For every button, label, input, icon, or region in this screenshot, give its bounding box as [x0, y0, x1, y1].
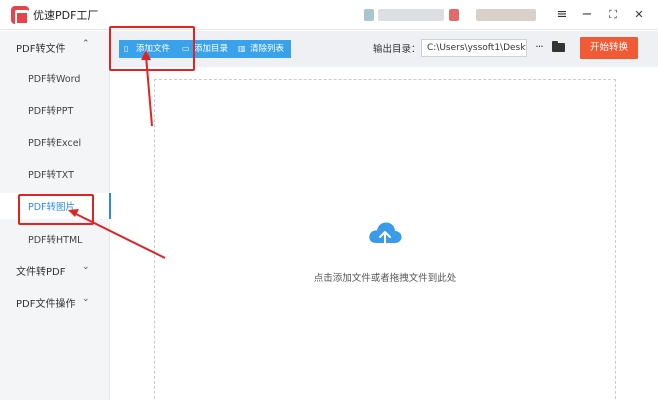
menu-icon[interactable]: ≡	[552, 5, 572, 25]
sidebar-item-label: PDF转PPT	[28, 106, 74, 117]
maximize-icon[interactable]: ⛶	[603, 5, 623, 25]
sidebar-item-label: PDF转TXT	[28, 170, 74, 181]
blurred-account-info	[378, 9, 444, 21]
add-folder-label: 添加目录	[194, 44, 229, 54]
output-dir-label: 输出目录：	[373, 44, 421, 55]
file-drop-zone[interactable]: 点击添加文件或者拖拽文件到此处	[154, 79, 616, 400]
open-folder-icon[interactable]	[552, 41, 566, 53]
sidebar-group-label: PDF转文件	[16, 44, 66, 55]
sidebar-item-label: PDF转HTML	[28, 235, 83, 246]
sidebar-group-label: 文件转PDF	[16, 267, 66, 278]
sidebar-item-pdf-to-ppt[interactable]: PDF转PPT	[0, 97, 110, 123]
title-bar: 优速PDF工厂 ≡ − ⛶ ✕	[0, 0, 658, 30]
clear-list-label: 清除列表	[250, 44, 285, 54]
sidebar-item-label: PDF转Excel	[28, 138, 82, 149]
blurred-user-info	[476, 9, 536, 21]
trash-icon: ▥	[238, 44, 246, 53]
sidebar-group-label: PDF文件操作	[16, 299, 76, 310]
blurred-icon	[364, 9, 374, 21]
start-convert-button[interactable]: 开始转换	[580, 37, 638, 59]
app-title: 优速PDF工厂	[33, 9, 99, 22]
sidebar-item-pdf-to-word[interactable]: PDF转Word	[0, 65, 110, 91]
chevron-down-icon: ⌄	[82, 262, 90, 272]
main-area: 点击添加文件或者拖拽文件到此处	[111, 67, 658, 400]
sidebar-group-pdf-to-file[interactable]: PDF转文件 ⌃	[0, 36, 110, 58]
sidebar-group-file-to-pdf[interactable]: 文件转PDF ⌄	[0, 259, 110, 281]
chevron-up-icon: ⌃	[82, 39, 90, 49]
close-icon[interactable]: ✕	[629, 5, 649, 25]
output-dir-field[interactable]: C:\Users\yssoft1\Deskt	[421, 39, 527, 57]
minimize-icon[interactable]: −	[577, 5, 597, 25]
annotation-box-sidebar	[18, 194, 94, 225]
sidebar-item-pdf-to-txt[interactable]: PDF转TXT	[0, 161, 110, 187]
cloud-upload-icon	[369, 222, 402, 249]
sidebar-item-pdf-to-excel[interactable]: PDF转Excel	[0, 129, 110, 155]
sidebar-group-pdf-operations[interactable]: PDF文件操作 ⌄	[0, 291, 110, 313]
blurred-badge	[449, 9, 459, 21]
sidebar-item-pdf-to-html[interactable]: PDF转HTML	[0, 226, 110, 252]
more-options-icon[interactable]: ···	[532, 39, 546, 57]
annotation-box-toolbar	[109, 26, 195, 71]
drop-hint-text: 点击添加文件或者拖拽文件到此处	[313, 273, 457, 284]
sidebar-item-label: PDF转Word	[28, 74, 81, 85]
app-logo-icon	[11, 6, 29, 25]
clear-list-button[interactable]: ▥ 清除列表	[233, 40, 291, 58]
chevron-down-icon: ⌄	[82, 294, 90, 304]
